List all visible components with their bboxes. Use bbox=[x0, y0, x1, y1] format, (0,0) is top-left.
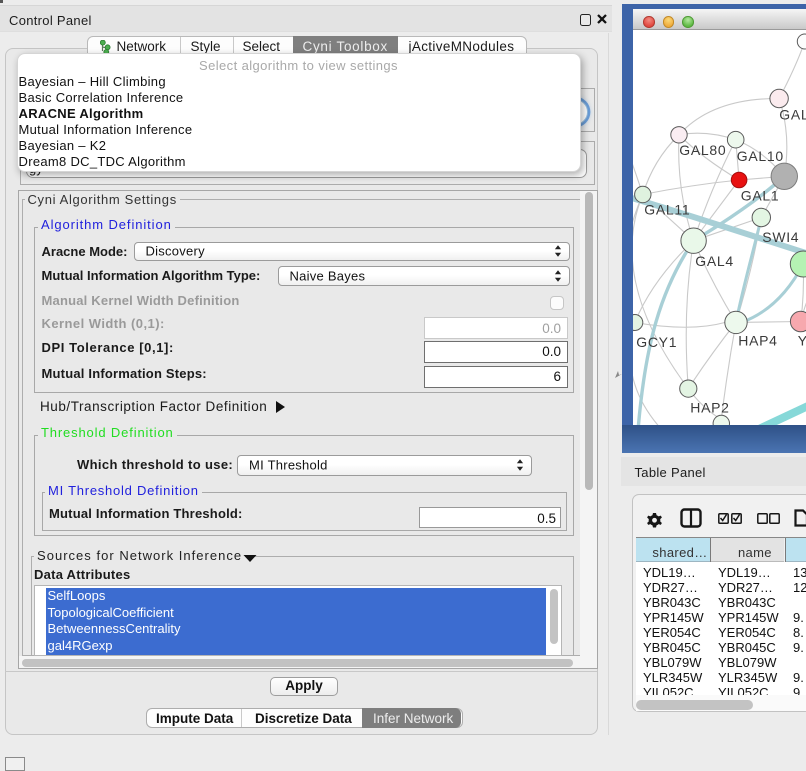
svg-text:GAL11: GAL11 bbox=[644, 202, 690, 218]
svg-text:GAL80: GAL80 bbox=[679, 142, 726, 158]
svg-text:GCY1: GCY1 bbox=[636, 334, 677, 350]
svg-text:SWI4: SWI4 bbox=[762, 229, 799, 245]
svg-text:GAL4: GAL4 bbox=[695, 253, 734, 269]
svg-text:HAP2: HAP2 bbox=[690, 399, 729, 415]
svg-text:Y: Y bbox=[797, 332, 805, 348]
svg-text:HAP4: HAP4 bbox=[738, 332, 777, 348]
svg-text:GAL10: GAL10 bbox=[736, 148, 783, 164]
svg-text:GAL1: GAL1 bbox=[740, 188, 779, 204]
svg-text:GAL: GAL bbox=[779, 107, 806, 123]
